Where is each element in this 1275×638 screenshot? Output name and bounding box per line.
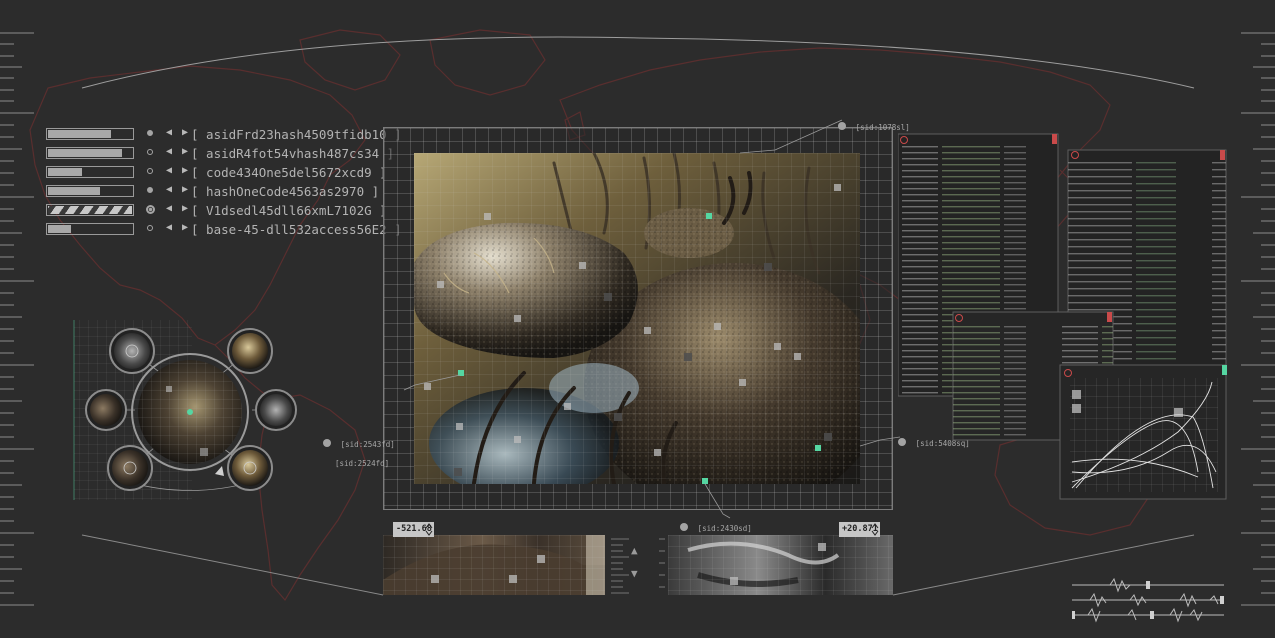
arrows-icon[interactable]: ◀ ▶ bbox=[166, 222, 190, 233]
status-dot-icon bbox=[147, 168, 153, 174]
code-panels bbox=[898, 133, 1227, 500]
id-progress-bar bbox=[46, 185, 134, 197]
arrows-icon[interactable]: ◀ ▶ bbox=[166, 203, 190, 214]
id-progress-bar bbox=[46, 223, 134, 235]
id-progress-fill bbox=[48, 149, 122, 157]
scroll-down-icon[interactable]: ▼ bbox=[631, 567, 638, 580]
status-dot-icon bbox=[147, 225, 153, 231]
audio-waveforms bbox=[1072, 577, 1224, 623]
arrows-icon[interactable]: ◀ ▶ bbox=[166, 165, 190, 176]
id-progress-bar bbox=[46, 147, 134, 159]
arrows-icon[interactable]: ◀ ▶ bbox=[166, 127, 190, 138]
readout-left-stepper-icon[interactable] bbox=[424, 522, 434, 537]
status-dot-icon bbox=[147, 130, 153, 136]
strip-scroll-control[interactable]: ▲ ▼ bbox=[609, 535, 665, 595]
id-progress-bar bbox=[46, 166, 134, 178]
id-progress-fill bbox=[48, 130, 111, 138]
target-icon bbox=[323, 438, 331, 447]
target-dot-icon bbox=[146, 205, 155, 214]
readout-right-stepper-icon[interactable] bbox=[870, 522, 880, 537]
left-ruler bbox=[0, 32, 34, 606]
sid-left: [sid:2543fd] [sid:2524fd] bbox=[323, 432, 395, 470]
scroll-up-icon[interactable]: ▲ bbox=[631, 544, 638, 557]
sid-leader-lines bbox=[403, 119, 901, 519]
id-progress-bar bbox=[46, 128, 134, 140]
strip-right-image bbox=[668, 535, 893, 595]
bottom-strip-right[interactable] bbox=[668, 535, 893, 599]
id-progress-fill bbox=[48, 168, 82, 176]
bottom-strip-left[interactable] bbox=[383, 535, 605, 599]
target-icon bbox=[838, 121, 846, 130]
scanner-cluster bbox=[73, 320, 297, 500]
arrows-icon[interactable]: ◀ ▶ bbox=[166, 146, 190, 157]
target-icon bbox=[680, 522, 688, 531]
strip-left-image bbox=[383, 535, 605, 595]
arrows-icon[interactable]: ◀ ▶ bbox=[166, 184, 190, 195]
id-progress-fill bbox=[48, 225, 71, 233]
id-progress-fill bbox=[48, 187, 100, 195]
sid-bottom: [sid:2430sd] bbox=[680, 516, 752, 535]
right-ruler bbox=[1241, 32, 1275, 606]
id-progress-fill bbox=[48, 206, 132, 214]
status-dot-icon bbox=[147, 187, 153, 193]
status-dot-icon bbox=[147, 149, 153, 155]
id-progress-bar bbox=[46, 204, 134, 216]
